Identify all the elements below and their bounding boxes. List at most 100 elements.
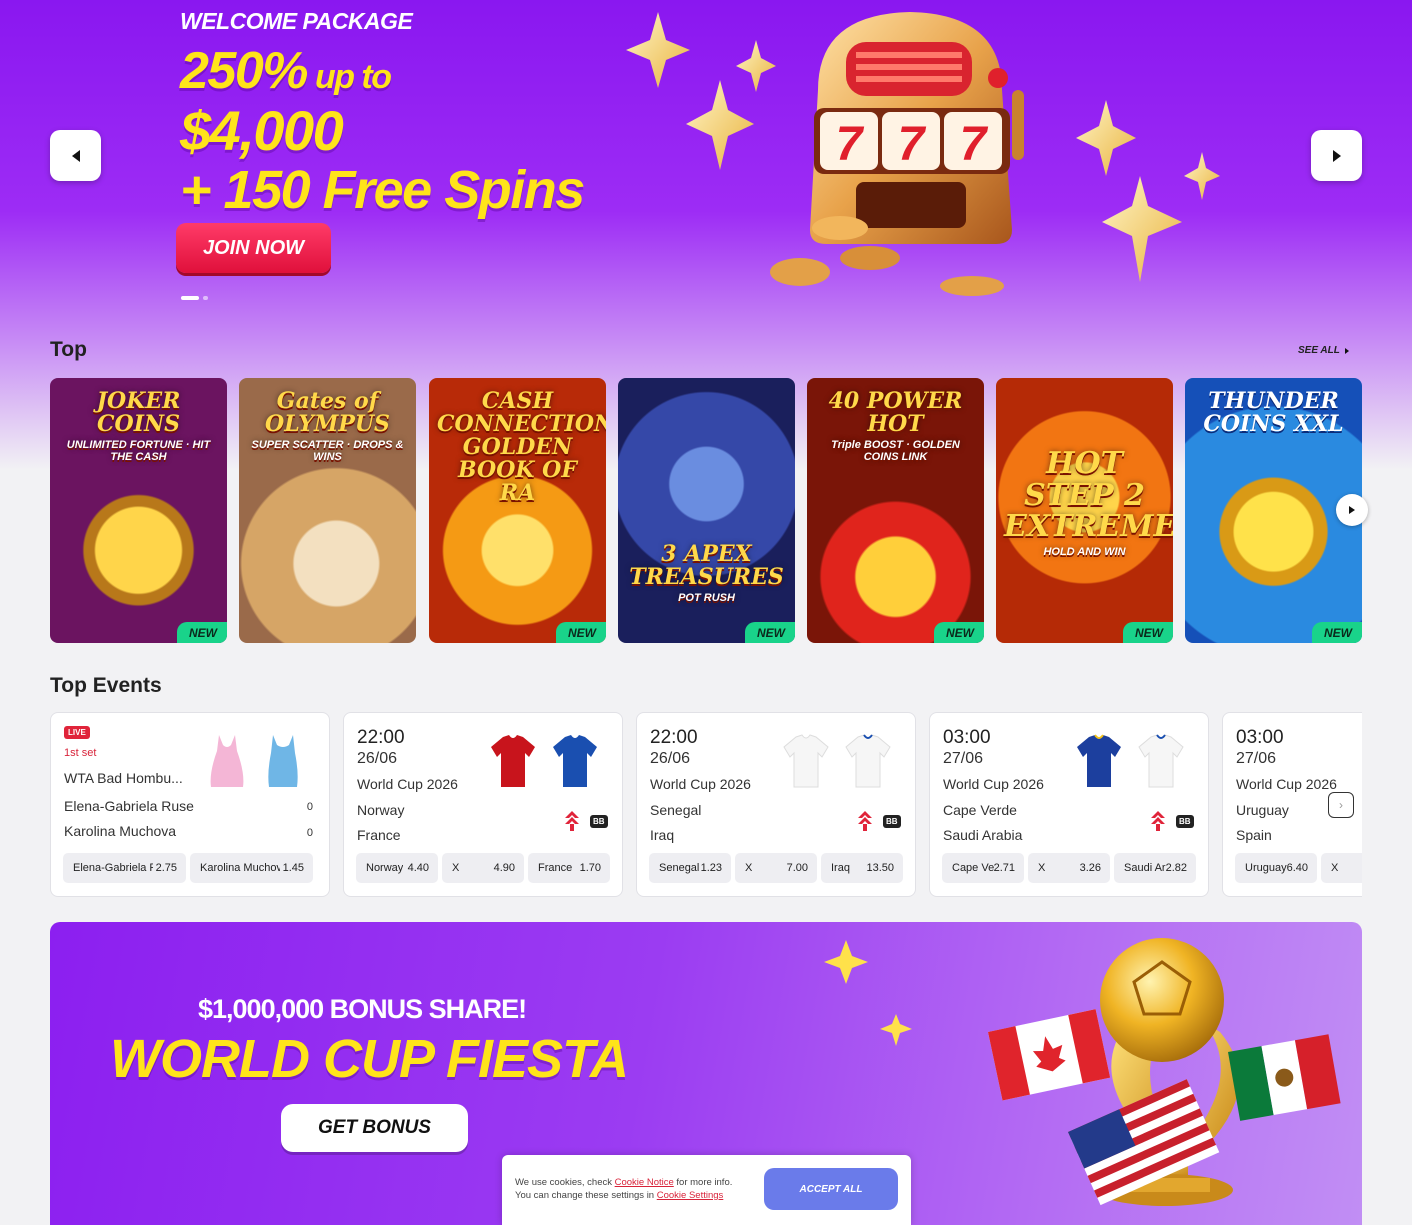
top-events-row: LIVE 1st set WTA Bad Hombu... Elena-Gabr… (50, 712, 1362, 897)
new-badge: NEW (1123, 622, 1173, 643)
odds-row: Norway 4.40 X 4.90 France 1.70 (356, 853, 610, 883)
bb-badge: BB (1176, 815, 1194, 828)
top-section-title: Top (50, 338, 87, 361)
event-team-away: Iraq (650, 827, 675, 843)
boost-icon (565, 811, 579, 831)
odd-button[interactable]: X 7.00 (735, 853, 817, 883)
odds-row: Cape Verde2.71 X3.26 Saudi Arabia2.82 (942, 853, 1196, 883)
odd-button[interactable]: Karolina Muchova 1.45 (190, 853, 313, 883)
live-badge: LIVE (64, 726, 90, 739)
event-league: World Cup 2026 (943, 776, 1044, 792)
accept-all-button[interactable]: ACCEPT ALL (764, 1168, 898, 1210)
jersey-icon (491, 735, 535, 787)
game-title: HOT STEP 2 EXTREME HOLD AND WIN (1004, 446, 1173, 558)
odd-button[interactable]: Saudi Arabia2.82 (1114, 853, 1196, 883)
event-card[interactable]: 03:00 27/06 World Cup 2026 Cape Verde Sa… (929, 712, 1209, 897)
event-league: WTA Bad Hombu... (64, 770, 183, 786)
event-team-home: Senegal (650, 802, 702, 818)
odd-button[interactable]: Norway 4.40 (356, 853, 438, 883)
see-all-link[interactable]: SEE ALL (1298, 345, 1349, 356)
event-team-home: Elena-Gabriela Ruse (64, 798, 194, 814)
game-title: THUNDER COINS XXL (1203, 388, 1344, 438)
event-date: 27/06 (943, 750, 984, 767)
event-league: World Cup 2026 (357, 776, 458, 792)
jersey-icon (783, 734, 829, 788)
odds-row: Elena-Gabriela Ruse2.75 Karolina Muchova… (63, 853, 313, 883)
jersey-icon (1138, 734, 1184, 788)
game-card[interactable]: HOT STEP 2 EXTREME HOLD AND WIN NEW (996, 378, 1173, 643)
bb-badge: BB (590, 815, 608, 828)
top-games-row: JOKER COINS UNLIMITED FORTUNE · HIT THE C… (50, 378, 1368, 643)
cookie-settings-link[interactable]: Cookie Settings (657, 1190, 724, 1201)
carousel-dot-active[interactable] (181, 296, 199, 300)
hero-next-button[interactable] (1311, 130, 1362, 181)
game-card[interactable]: CASH CONNECTION GOLDEN BOOK OF RA NEW (429, 378, 606, 643)
event-card[interactable]: 22:00 26/06 World Cup 2026 Norway France… (343, 712, 623, 897)
svg-text:7: 7 (898, 118, 927, 171)
event-league: World Cup 2026 (650, 776, 751, 792)
sparkle-icon (736, 40, 776, 92)
game-title: 40 POWER HOT Triple BOOST · GOLDEN COINS … (828, 388, 963, 463)
event-team-home: Uruguay (1236, 802, 1289, 818)
hero-prev-button[interactable] (50, 130, 101, 181)
odd-button[interactable]: X 4.90 (442, 853, 524, 883)
odd-button[interactable]: X (1321, 853, 1362, 883)
hero-percent-line: 250% up to (180, 45, 584, 97)
cookie-notice-link[interactable]: Cookie Notice (615, 1177, 674, 1188)
odd-button[interactable]: Iraq 13.50 (821, 853, 903, 883)
event-team-away: France (357, 827, 401, 843)
event-date: 27/06 (1236, 750, 1277, 767)
game-card[interactable]: Gates of OLYMPUS SUPER SCATTER · DROPS & … (239, 378, 416, 643)
jersey-icon (1077, 734, 1121, 787)
event-card[interactable]: LIVE 1st set WTA Bad Hombu... Elena-Gabr… (50, 712, 330, 897)
odd-button[interactable]: Elena-Gabriela Ruse2.75 (63, 853, 186, 883)
get-bonus-button[interactable]: GET BONUS (281, 1104, 468, 1152)
odd-button[interactable]: Cape Verde2.71 (942, 853, 1024, 883)
carousel-dots (181, 296, 208, 300)
boost-icon (858, 811, 872, 831)
game-card[interactable]: 40 POWER HOT Triple BOOST · GOLDEN COINS … (807, 378, 984, 643)
game-card[interactable]: JOKER COINS UNLIMITED FORTUNE · HIT THE C… (50, 378, 227, 643)
event-team-away: Spain (1236, 827, 1272, 843)
odd-button[interactable]: France 1.70 (528, 853, 610, 883)
odd-button[interactable]: Senegal 1.23 (649, 853, 731, 883)
hero-kicker: WELCOME PACKAGE (180, 8, 413, 34)
event-league: World Cup 2026 (1236, 776, 1337, 792)
events-next-button[interactable]: › (1328, 792, 1354, 818)
svg-text:7: 7 (836, 118, 865, 171)
event-card[interactable]: 22:00 26/06 World Cup 2026 Senegal Iraq … (636, 712, 916, 897)
jersey-icon (553, 735, 597, 787)
games-next-button[interactable] (1336, 494, 1368, 526)
promo-kicker: $1,000,000 BONUS SHARE! (198, 994, 527, 1024)
cookie-banner: We use cookies, check Cookie Notice for … (502, 1155, 911, 1225)
event-team-away: Saudi Arabia (943, 827, 1023, 843)
odds-row: Senegal 1.23 X 7.00 Iraq 13.50 (649, 853, 903, 883)
hero-amount: $4,000 (180, 99, 344, 162)
chevron-left-icon (71, 149, 80, 162)
event-score-away: 0 (306, 827, 313, 839)
sparkle-icon (1102, 176, 1182, 282)
mexico-flag-icon (1228, 1034, 1341, 1121)
event-team-home: Cape Verde (943, 802, 1017, 818)
canada-flag-icon (988, 1009, 1111, 1101)
odd-button[interactable]: Uruguay 6.40 (1235, 853, 1317, 883)
slot-machine-illustration: 7 7 7 (626, 12, 1220, 296)
event-set: 1st set (64, 747, 97, 759)
odd-button[interactable]: X 3.26 (1028, 853, 1110, 883)
hero-percent: 250% (180, 42, 309, 100)
event-time: 22:00 (650, 727, 698, 748)
event-team-home: Norway (357, 802, 405, 818)
event-score-home: 0 (306, 801, 313, 813)
event-time: 03:00 (1236, 727, 1284, 748)
carousel-dot[interactable] (203, 296, 208, 300)
new-badge: NEW (1312, 622, 1362, 643)
promo-title: WORLD CUP FIESTA (110, 1029, 629, 1089)
event-team-away: Karolina Muchova (64, 823, 177, 839)
new-badge: NEW (934, 622, 984, 643)
new-badge: NEW (177, 622, 227, 643)
sparkle-icon (824, 940, 868, 984)
hero-up-to: up to (307, 58, 392, 96)
join-now-button[interactable]: JOIN NOW (176, 223, 331, 273)
game-card[interactable]: 3 APEX TREASURES POT RUSH NEW (618, 378, 795, 643)
cookie-text: We use cookies, check Cookie Notice for … (515, 1177, 733, 1201)
